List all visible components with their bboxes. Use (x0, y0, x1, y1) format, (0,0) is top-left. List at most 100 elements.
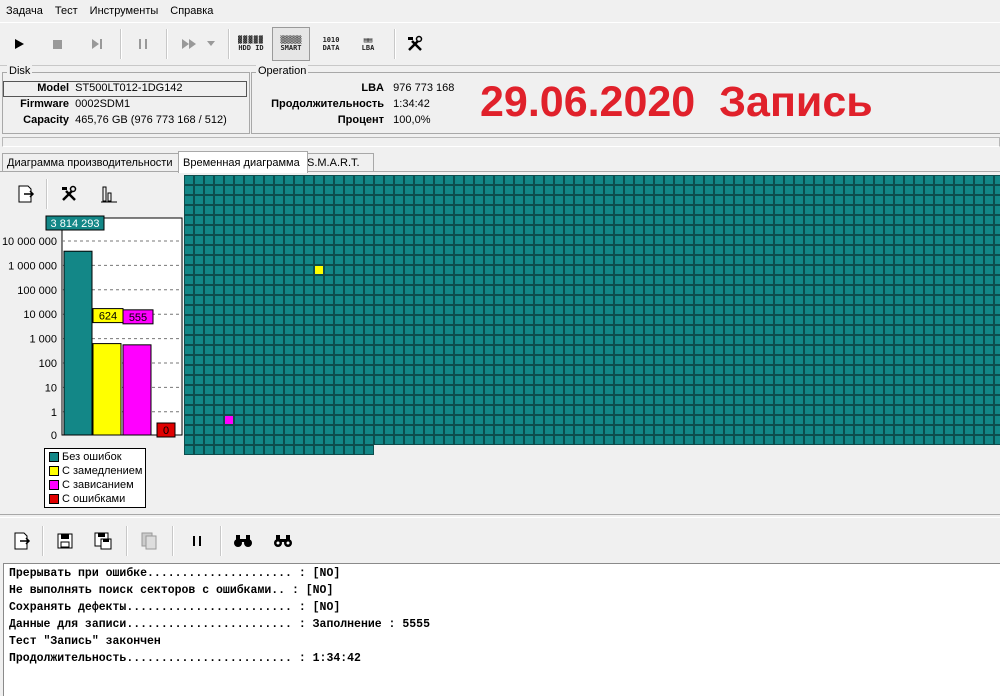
block-cell (534, 285, 544, 295)
block-cell (514, 345, 524, 355)
block-cell (374, 205, 384, 215)
block-cell (244, 275, 254, 285)
block-cell (204, 445, 214, 455)
block-cell (514, 285, 524, 295)
menu-tools[interactable]: Инструменты (84, 5, 165, 17)
tab-performance[interactable]: Диаграмма производительности (2, 153, 182, 172)
block-cell (504, 215, 514, 225)
block-cell (304, 185, 314, 195)
copy-log-button[interactable] (134, 524, 164, 558)
block-cell (884, 395, 894, 405)
block-cell (474, 235, 484, 245)
tab-smart[interactable]: S.M.A.R.T. (302, 153, 374, 172)
tools-button[interactable] (400, 27, 430, 61)
skip-button[interactable] (174, 27, 204, 61)
block-cell (394, 295, 404, 305)
block-cell (574, 215, 584, 225)
block-cell (424, 315, 434, 325)
lba-button[interactable]: ▤▤ LBA (350, 27, 386, 61)
chart-settings-button[interactable] (54, 177, 84, 211)
block-cell (644, 415, 654, 425)
save-log-button[interactable] (50, 524, 80, 558)
block-cell (404, 195, 414, 205)
block-cell (634, 255, 644, 265)
block-cell (774, 185, 784, 195)
block-cell (674, 185, 684, 195)
step-button[interactable] (82, 27, 112, 61)
block-cell (704, 405, 714, 415)
block-cell (364, 435, 374, 445)
block-cell (254, 275, 264, 285)
bar (63, 250, 93, 436)
block-cell (834, 255, 844, 265)
block-cell (584, 235, 594, 245)
block-cell (854, 385, 864, 395)
chart-type-button[interactable] (94, 177, 124, 211)
block-cell (354, 215, 364, 225)
block-cell (314, 175, 324, 185)
export-log-button[interactable] (6, 524, 36, 558)
block-cell (704, 365, 714, 375)
block-cell (704, 225, 714, 235)
export-chart-button[interactable] (10, 177, 40, 211)
block-cell (264, 445, 274, 455)
block-cell (814, 335, 824, 345)
block-cell (594, 235, 604, 245)
block-cell (374, 375, 384, 385)
block-cell (734, 195, 744, 205)
save-as-log-button[interactable] (88, 524, 118, 558)
block-cell (314, 255, 324, 265)
block-cell (244, 235, 254, 245)
block-cell (324, 425, 334, 435)
block-cell (824, 235, 834, 245)
block-cell (664, 235, 674, 245)
stop-button[interactable] (42, 27, 72, 61)
block-cell (614, 275, 624, 285)
log-output[interactable]: Прерывать при ошибке....................… (3, 563, 1000, 696)
block-cell (894, 215, 904, 225)
block-cell (704, 285, 714, 295)
menu-test[interactable]: Тест (49, 5, 84, 17)
hdd-id-button[interactable]: ▓▓▓▓▓ HDD ID (232, 27, 270, 61)
block-cell (994, 385, 1000, 395)
block-cell (824, 425, 834, 435)
block-cell (594, 295, 604, 305)
block-cell (734, 265, 744, 275)
panel-splitter[interactable] (0, 514, 1000, 518)
menu-task[interactable]: Задача (0, 5, 49, 17)
data-button[interactable]: 1010 DATA (312, 27, 350, 61)
block-cell (494, 215, 504, 225)
block-cell (204, 285, 214, 295)
tab-timeline[interactable]: Временная диаграмма (178, 151, 308, 173)
block-cell (514, 255, 524, 265)
menu-help[interactable]: Справка (164, 5, 219, 17)
binoculars-next-icon (274, 535, 292, 547)
smart-button[interactable]: ▒▒▒▒▒ SMART (272, 27, 310, 61)
block-cell (534, 185, 544, 195)
block-cell (304, 415, 314, 425)
play-button[interactable] (4, 27, 34, 61)
block-cell (714, 205, 724, 215)
block-cell (684, 175, 694, 185)
block-cell (464, 325, 474, 335)
skip-dropdown[interactable] (204, 27, 218, 61)
block-cell (604, 265, 614, 275)
block-cell (544, 225, 554, 235)
block-cell (954, 225, 964, 235)
pause-button[interactable] (128, 27, 158, 61)
block-cell (544, 235, 554, 245)
block-cell (904, 365, 914, 375)
find-button[interactable] (228, 524, 258, 558)
block-cell (334, 365, 344, 375)
block-cell (454, 385, 464, 395)
block-cell (484, 395, 494, 405)
block-cell (564, 435, 574, 445)
block-cell (974, 345, 984, 355)
block-cell (914, 285, 924, 295)
block-cell (214, 285, 224, 295)
block-cell (684, 185, 694, 195)
block-cell (894, 325, 904, 335)
find-next-button[interactable] (268, 524, 298, 558)
pause-log-button[interactable] (182, 524, 212, 558)
block-cell (234, 175, 244, 185)
